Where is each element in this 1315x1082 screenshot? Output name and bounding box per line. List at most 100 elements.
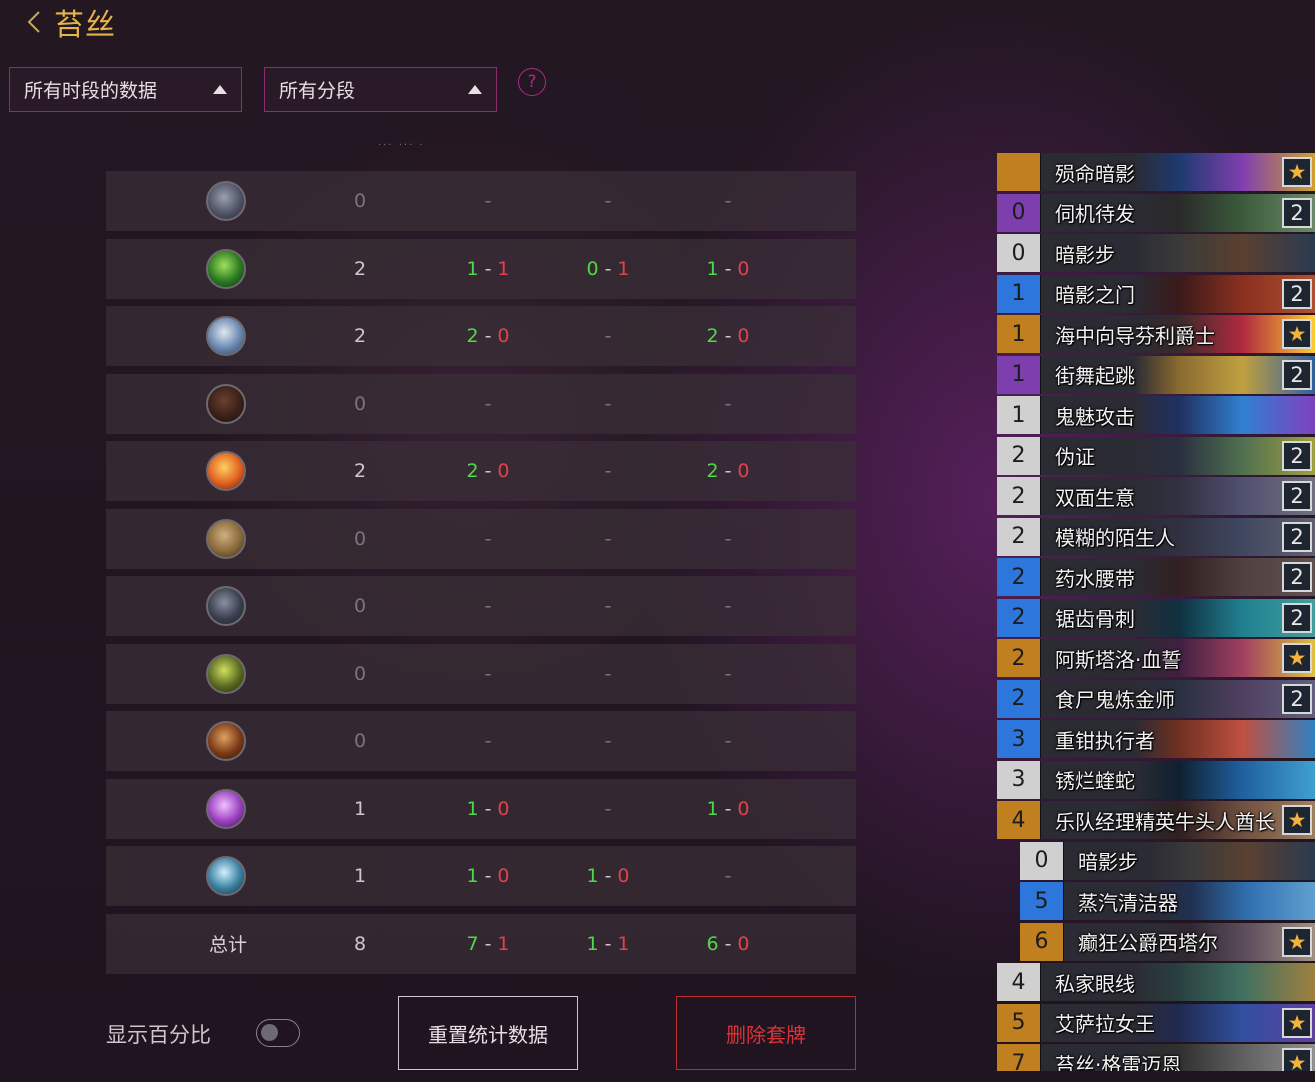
deck-card[interactable]: 1 鬼魅攻击: [997, 396, 1315, 434]
card-name-area: 街舞起跳 2: [1041, 355, 1315, 394]
deck-card[interactable]: 0 伺机待发 2: [997, 193, 1315, 232]
toggle-knob: [261, 1024, 278, 1041]
rank-range-value: 所有分段: [279, 80, 356, 102]
no-record: -: [724, 190, 732, 212]
record-col1: -: [446, 644, 530, 704]
rank-range-dropdown[interactable]: 所有分段: [264, 67, 497, 112]
record-col1: -: [446, 576, 530, 636]
deck-card[interactable]: 2 伪证 2: [997, 436, 1315, 475]
wins: 1: [586, 865, 599, 887]
deck-card[interactable]: 3 锈烂蝰蛇: [997, 760, 1315, 799]
time-range-value: 所有时段的数据: [24, 80, 158, 102]
deck-card[interactable]: 5 蒸汽清洁器: [1020, 882, 1315, 920]
losses: 1: [497, 257, 510, 280]
deck-card[interactable]: 殒命暗影 ★: [997, 153, 1315, 191]
card-name-area: 私家眼线: [1041, 963, 1315, 1001]
deck-card[interactable]: 2 药水腰带 2: [997, 558, 1315, 596]
deck-card[interactable]: 2 双面生意 2: [997, 477, 1315, 515]
losses: 0: [617, 865, 630, 887]
card-name: 蒸汽清洁器: [1078, 890, 1178, 915]
class-icon-cell: [204, 644, 248, 704]
deck-card[interactable]: 5 艾萨拉女王 ★: [997, 1003, 1315, 1042]
losses: 1: [497, 932, 510, 955]
no-record: -: [604, 662, 612, 685]
deck-card[interactable]: 2 阿斯塔洛·血誓 ★: [997, 639, 1315, 677]
table-row: 22-0-2-0: [106, 306, 856, 366]
card-name-area: 暗影步: [1064, 841, 1315, 880]
card-name: 癫狂公爵西塔尔: [1078, 931, 1218, 955]
card-count-badge: 2: [1282, 481, 1312, 511]
record-col3: -: [686, 509, 770, 569]
record-col2: -: [566, 171, 650, 231]
card-name: 暗影步: [1078, 850, 1138, 874]
card-cost: 1: [997, 315, 1041, 353]
deck-card[interactable]: 3 重钳执行者: [997, 720, 1315, 758]
deck-card[interactable]: 1 海中向导芬利爵士 ★: [997, 315, 1315, 353]
table-row: 11-01-0-: [106, 846, 856, 906]
deck-card[interactable]: 0 暗影步: [997, 234, 1315, 272]
record-separator: -: [724, 932, 732, 955]
card-name: 锯齿骨刺: [1055, 607, 1135, 631]
card-count-badge: ★: [1282, 1048, 1312, 1071]
record-col3: -: [686, 576, 770, 636]
losses: 0: [497, 797, 510, 820]
losses: 1: [617, 932, 630, 955]
record-separator: -: [484, 257, 492, 280]
deck-card[interactable]: 1 暗影之门 2: [997, 274, 1315, 313]
deck-card[interactable]: 4 私家眼线: [997, 963, 1315, 1001]
record-separator: -: [724, 797, 732, 820]
wins: 0: [586, 257, 599, 280]
table-header-partial: ··· ··· ·: [378, 140, 425, 151]
games-count: 2: [353, 325, 367, 347]
deck-card[interactable]: 6 癫狂公爵西塔尔 ★: [1020, 922, 1315, 961]
deck-card[interactable]: 7 苔丝·格雷迈恩 ★: [997, 1044, 1315, 1071]
card-name: 乐队经理精英牛头人酋长: [1055, 809, 1275, 834]
no-record: -: [484, 595, 492, 617]
page-title: 苔丝: [54, 8, 116, 43]
deck-card[interactable]: 2 模糊的陌生人 2: [997, 517, 1315, 556]
class-icon-cell: [204, 171, 248, 231]
time-range-dropdown[interactable]: 所有时段的数据: [9, 67, 242, 112]
help-icon[interactable]: ?: [518, 68, 546, 96]
class-icon-shaman: [206, 316, 246, 356]
delete-deck-button[interactable]: 删除套牌: [676, 996, 856, 1070]
card-name: 伪证: [1055, 445, 1095, 469]
card-cost: 0: [997, 193, 1041, 232]
card-count-badge: ★: [1282, 1007, 1312, 1038]
deck-card[interactable]: 2 锯齿骨刺 2: [997, 598, 1315, 637]
card-name: 艾萨拉女王: [1055, 1012, 1155, 1036]
record-separator: -: [484, 865, 492, 887]
deck-card[interactable]: 0 暗影步: [1020, 841, 1315, 880]
card-name-area: 重钳执行者: [1041, 720, 1315, 758]
card-cost: 2: [997, 558, 1041, 596]
class-icon-cell: [204, 711, 248, 771]
card-name: 殒命暗影: [1055, 161, 1135, 186]
card-name: 暗影之门: [1055, 283, 1135, 307]
card-count-badge: 2: [1282, 278, 1312, 309]
deck-card[interactable]: 2 食尸鬼炼金师 2: [997, 679, 1315, 718]
card-cost: 1: [997, 396, 1041, 434]
no-record: -: [604, 325, 612, 347]
table-row: 0 - - -: [106, 576, 856, 636]
no-record: -: [724, 392, 732, 415]
record-col3: 2-0: [686, 441, 770, 501]
losses: 0: [737, 325, 750, 347]
deck-card-list[interactable]: 殒命暗影 ★ 0 伺机待发 2 0 暗影步 1 暗影之门 2 1 海中向导芬利爵士 ★ 1 街舞起跳 2 1 鬼魅…: [997, 153, 1315, 1071]
card-count-badge: ★: [1282, 643, 1312, 673]
back-chevron-icon[interactable]: [20, 4, 48, 40]
card-cost: 7: [997, 1044, 1041, 1071]
record-separator: -: [724, 325, 732, 347]
card-art-image: [1134, 963, 1315, 1001]
wins: 1: [706, 257, 719, 280]
games-count: 0: [353, 595, 367, 617]
record-col1: 2-0: [446, 441, 530, 501]
card-name: 重钳执行者: [1055, 728, 1155, 753]
record-col1: -: [446, 711, 530, 771]
deck-card[interactable]: 4 乐队经理精英牛头人酋长 ★: [997, 801, 1315, 839]
deck-card[interactable]: 1 街舞起跳 2: [997, 355, 1315, 394]
show-percent-toggle[interactable]: [256, 1019, 300, 1047]
wins: 2: [466, 460, 479, 482]
card-name-area: 艾萨拉女王 ★: [1041, 1003, 1315, 1042]
reset-stats-button[interactable]: 重置统计数据: [398, 996, 578, 1070]
record-col3: -: [686, 711, 770, 771]
